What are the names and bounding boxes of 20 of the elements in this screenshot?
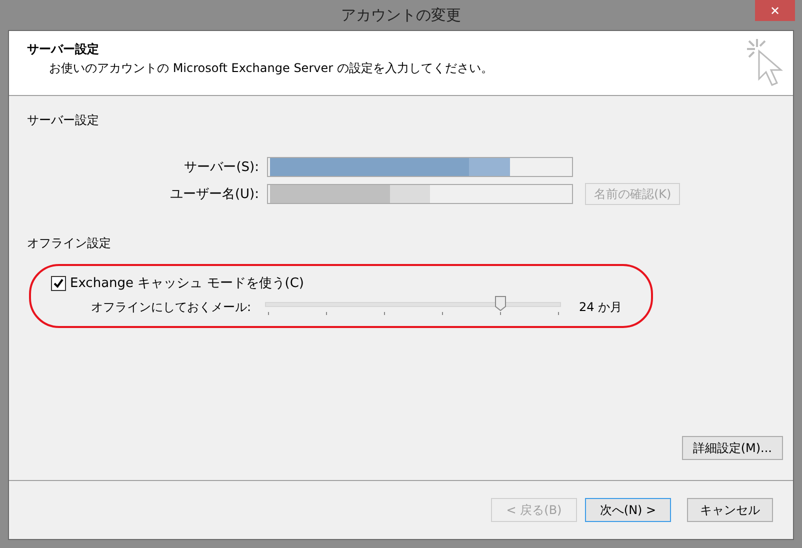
checkbox[interactable] (51, 276, 66, 290)
window-title: アカウントの変更 (341, 6, 461, 24)
section-heading: サーバー設定 (27, 112, 100, 129)
section-heading: オフライン設定 (27, 235, 112, 252)
slider-label: オフラインにしておくメール: (90, 298, 252, 316)
field-label: サーバー(S): (183, 159, 260, 176)
checkbox-label[interactable]: Exchange キャッシュ モードを使う(C) (70, 274, 304, 292)
header-description: お使いのアカウントの Microsoft Exchange Server の設定を入力してください。 (48, 60, 493, 77)
slider-thumb[interactable] (495, 296, 506, 311)
field-label: ユーザー名(U): (168, 186, 260, 203)
dialog-button[interactable]: 次へ(N) > (585, 498, 671, 522)
input-field[interactable] (267, 157, 573, 177)
close-button[interactable]: ✕ (755, 0, 795, 21)
more-settings-button[interactable]: 詳細設定(M)... (682, 436, 783, 460)
header-title: サーバー設定 (27, 41, 100, 58)
slider[interactable] (265, 296, 561, 318)
slider-value: 24 か月 (579, 298, 622, 316)
cursor-sparkle-icon (745, 37, 785, 89)
dialog-button[interactable]: キャンセル (687, 498, 773, 522)
input-field[interactable] (267, 184, 573, 204)
